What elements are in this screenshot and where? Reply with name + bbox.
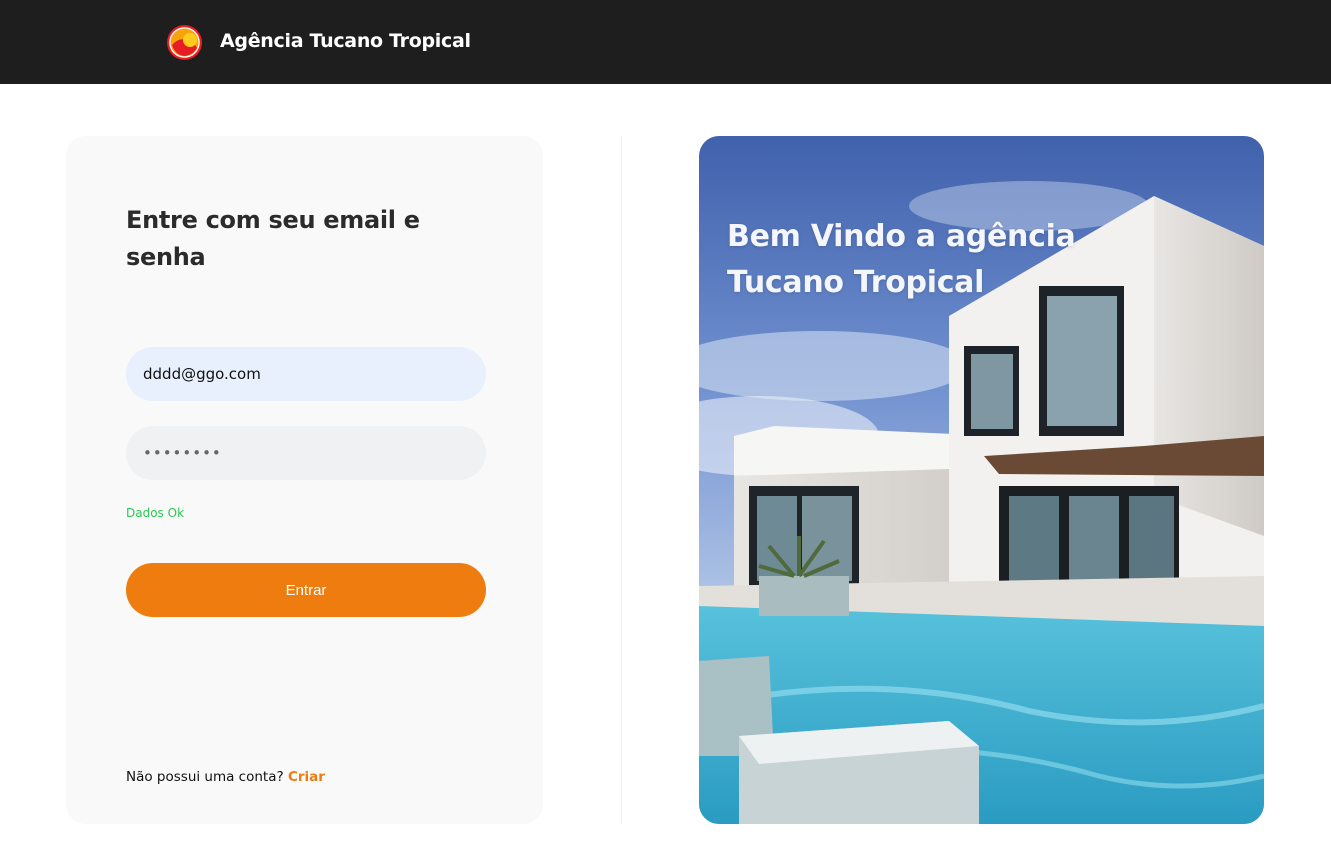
login-button[interactable]: Entrar: [126, 563, 486, 617]
signup-prompt: Não possui uma conta? Criar: [126, 769, 325, 785]
hero-panel: Bem Vindo a agência Tucano Tropical: [699, 136, 1264, 824]
welcome-heading: Bem Vindo a agência Tucano Tropical: [727, 219, 1076, 300]
vertical-divider: [621, 136, 622, 824]
top-navbar: Agência Tucano Tropical: [0, 0, 1331, 84]
login-card: Entre com seu email e senha Dados Ok Ent…: [66, 136, 543, 824]
validation-status: Dados Ok: [126, 506, 185, 520]
login-title: Entre com seu email e senha: [126, 206, 420, 271]
brand-name[interactable]: Agência Tucano Tropical: [220, 30, 471, 52]
create-account-link[interactable]: Criar: [288, 769, 325, 785]
email-field[interactable]: [126, 347, 486, 401]
sunset-circle-logo-icon[interactable]: [166, 24, 203, 61]
signup-text: Não possui uma conta?: [126, 769, 284, 785]
password-field[interactable]: [126, 426, 486, 480]
